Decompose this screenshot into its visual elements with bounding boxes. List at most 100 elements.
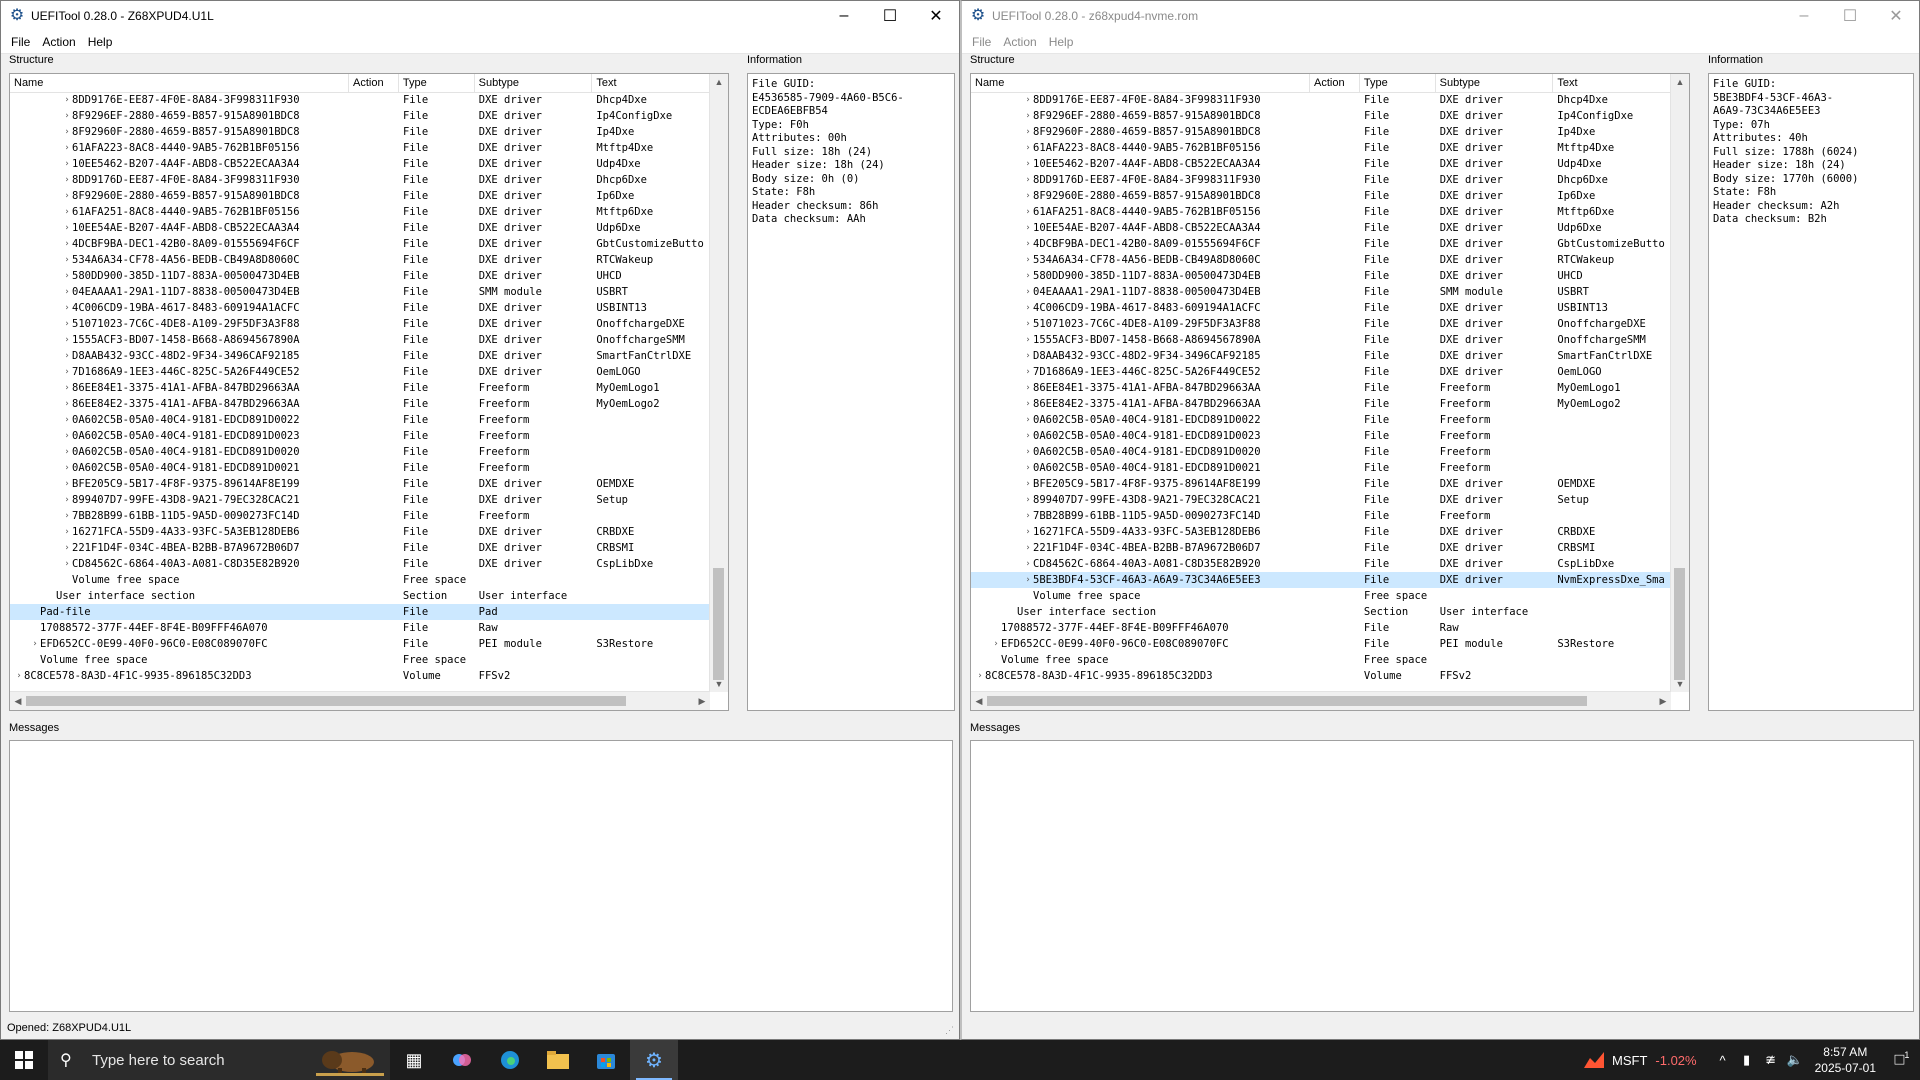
tree-row[interactable]: › 899407D7-99FE-43D8-9A21-79EC328CAC21 Fil…	[10, 492, 710, 508]
expand-arrow-icon[interactable]: ›	[62, 364, 72, 380]
expand-arrow-icon[interactable]: ›	[1023, 108, 1033, 124]
tree-row[interactable]: › BFE205C9-5B17-4F8F-9375-89614AF8E199 Fil…	[971, 476, 1671, 492]
tree-row[interactable]: › 0A602C5B-05A0-40C4-9181-EDCD891D0023 Fil…	[10, 428, 710, 444]
expand-arrow-icon[interactable]: ›	[1023, 444, 1033, 460]
expand-arrow-icon[interactable]: ›	[1023, 540, 1033, 556]
structure-tree[interactable]: Name Action Type Subtype Text › 8DD9176E-…	[9, 73, 729, 711]
expand-arrow-icon[interactable]: ›	[1023, 492, 1033, 508]
expand-arrow-icon[interactable]: ›	[1023, 204, 1033, 220]
expand-arrow-icon[interactable]: ›	[1023, 364, 1033, 380]
stock-widget[interactable]: MSFT -1.02%	[1584, 1050, 1697, 1070]
notification-center-button[interactable]: □1	[1884, 1050, 1920, 1069]
column-header-type[interactable]: Type	[1360, 74, 1436, 92]
expand-arrow-icon[interactable]: ›	[1023, 508, 1033, 524]
column-header-text[interactable]: Text	[1553, 74, 1672, 92]
tree-row[interactable]: 17088572-377F-44EF-8F4E-B09FFF46A070 File…	[971, 620, 1671, 636]
taskbar-search-box[interactable]: ⚲ Type here to search	[48, 1040, 390, 1080]
expand-arrow-icon[interactable]: ›	[62, 524, 72, 540]
tree-row[interactable]: › BFE205C9-5B17-4F8F-9375-89614AF8E199 Fil…	[10, 476, 710, 492]
tree-row[interactable]: › 4DCBF9BA-DEC1-42B0-8A09-01555694F6CF Fil…	[10, 236, 710, 252]
tree-row[interactable]: › 61AFA223-8AC8-4440-9AB5-762B1BF05156 Fil…	[10, 140, 710, 156]
tree-row[interactable]: › 10EE5462-B207-4A4F-ABD8-CB522ECAA3A4 Fil…	[971, 156, 1671, 172]
expand-arrow-icon[interactable]: ›	[1023, 124, 1033, 140]
tree-row[interactable]: › 580DD900-385D-11D7-883A-00500473D4EB Fil…	[971, 268, 1671, 284]
menu-help[interactable]: Help	[82, 35, 119, 49]
expand-arrow-icon[interactable]: ›	[62, 412, 72, 428]
tree-row[interactable]: › 8F9296EF-2880-4659-B857-915A8901BDC8 Fil…	[971, 108, 1671, 124]
horizontal-scrollbar[interactable]: ◀ ▶	[10, 691, 710, 710]
expand-arrow-icon[interactable]: ›	[62, 492, 72, 508]
tree-row[interactable]: › 0A602C5B-05A0-40C4-9181-EDCD891D0022 Fil…	[971, 412, 1671, 428]
column-header-text[interactable]: Text	[592, 74, 711, 92]
tree-row[interactable]: › 0A602C5B-05A0-40C4-9181-EDCD891D0022 Fil…	[10, 412, 710, 428]
scroll-right-arrow-icon[interactable]: ▶	[694, 692, 710, 710]
tree-row[interactable]: Volume free space Free space	[971, 652, 1671, 668]
expand-arrow-icon[interactable]: ›	[62, 204, 72, 220]
expand-arrow-icon[interactable]: ›	[1023, 428, 1033, 444]
expand-arrow-icon[interactable]: ›	[1023, 412, 1033, 428]
close-button[interactable]: ✕	[1873, 1, 1919, 31]
expand-arrow-icon[interactable]: ›	[991, 636, 1001, 652]
uefitool-window-right[interactable]: ⚙ UEFITool 0.28.0 - z68xpud4-nvme.rom – …	[960, 0, 1920, 1040]
tree-row[interactable]: › 8C8CE578-8A3D-4F1C-9935-896185C32DD3 Vol…	[971, 668, 1671, 684]
tree-row[interactable]: › 4DCBF9BA-DEC1-42B0-8A09-01555694F6CF Fil…	[971, 236, 1671, 252]
tree-row[interactable]: › EFD652CC-0E99-40F0-96C0-E08C089070FC Fil…	[971, 636, 1671, 652]
expand-arrow-icon[interactable]: ›	[1023, 156, 1033, 172]
tree-row[interactable]: › 8F92960E-2880-4659-B857-915A8901BDC8 Fil…	[10, 188, 710, 204]
tree-row[interactable]: User interface section Section User interf…	[10, 588, 710, 604]
scroll-thumb[interactable]	[1674, 568, 1685, 680]
scroll-left-arrow-icon[interactable]: ◀	[10, 692, 26, 710]
expand-arrow-icon[interactable]: ›	[1023, 268, 1033, 284]
scroll-down-arrow-icon[interactable]: ▼	[1671, 676, 1689, 692]
menu-file[interactable]: File	[966, 35, 997, 49]
expand-arrow-icon[interactable]: ›	[62, 268, 72, 284]
tree-row[interactable]: › 0A602C5B-05A0-40C4-9181-EDCD891D0020 Fil…	[10, 444, 710, 460]
expand-arrow-icon[interactable]: ›	[1023, 396, 1033, 412]
tree-row[interactable]: Volume free space Free space	[10, 652, 710, 668]
expand-arrow-icon[interactable]: ›	[1023, 220, 1033, 236]
tree-row[interactable]: › 8DD9176E-EE87-4F0E-8A84-3F998311F930 Fil…	[971, 92, 1671, 108]
expand-arrow-icon[interactable]: ›	[1023, 460, 1033, 476]
tree-row[interactable]: › 61AFA251-8AC8-4440-9AB5-762B1BF05156 Fil…	[10, 204, 710, 220]
minimize-button[interactable]: –	[1781, 1, 1827, 31]
scroll-up-arrow-icon[interactable]: ▲	[1671, 74, 1689, 90]
chevron-up-icon[interactable]: ^	[1711, 1053, 1735, 1068]
tree-row[interactable]: › 7D1686A9-1EE3-446C-825C-5A26F449CE52 Fil…	[10, 364, 710, 380]
expand-arrow-icon[interactable]: ›	[62, 284, 72, 300]
expand-arrow-icon[interactable]: ›	[1023, 300, 1033, 316]
expand-arrow-icon[interactable]: ›	[1023, 348, 1033, 364]
column-header-subtype[interactable]: Subtype	[475, 74, 593, 92]
tree-row[interactable]: › 51071023-7C6C-4DE8-A109-29F5DF3A3F88 Fil…	[10, 316, 710, 332]
expand-arrow-icon[interactable]: ›	[62, 508, 72, 524]
expand-arrow-icon[interactable]: ›	[975, 668, 985, 684]
tree-row[interactable]: › CD84562C-6864-40A3-A081-C8D35E82B920 Fil…	[971, 556, 1671, 572]
expand-arrow-icon[interactable]: ›	[1023, 332, 1033, 348]
expand-arrow-icon[interactable]: ›	[1023, 572, 1033, 588]
expand-arrow-icon[interactable]: ›	[62, 540, 72, 556]
column-header-action[interactable]: Action	[349, 74, 399, 92]
scroll-thumb[interactable]	[713, 568, 724, 680]
expand-arrow-icon[interactable]: ›	[62, 428, 72, 444]
tree-row[interactable]: Volume free space Free space	[971, 588, 1671, 604]
tree-row[interactable]: › 8DD9176D-EE87-4F0E-8A84-3F998311F930 Fil…	[971, 172, 1671, 188]
tree-row[interactable]: Pad-file File Pad	[10, 604, 710, 620]
title-bar[interactable]: ⚙ UEFITool 0.28.0 - Z68XPUD4.U1L – ☐ ✕	[1, 1, 959, 31]
expand-arrow-icon[interactable]: ›	[62, 556, 72, 572]
tree-row[interactable]: › 7BB28B99-61BB-11D5-9A5D-0090273FC14D Fil…	[10, 508, 710, 524]
expand-arrow-icon[interactable]: ›	[62, 236, 72, 252]
expand-arrow-icon[interactable]: ›	[62, 108, 72, 124]
tree-row[interactable]: › 0A602C5B-05A0-40C4-9181-EDCD891D0021 Fil…	[10, 460, 710, 476]
start-button[interactable]	[0, 1040, 48, 1080]
tree-row[interactable]: › 221F1D4F-034C-4BEA-B2BB-B7A9672B06D7 Fil…	[10, 540, 710, 556]
tree-row[interactable]: › EFD652CC-0E99-40F0-96C0-E08C089070FC Fil…	[10, 636, 710, 652]
tree-row[interactable]: Volume free space Free space	[10, 572, 710, 588]
structure-tree[interactable]: Name Action Type Subtype Text › 8DD9176E-…	[970, 73, 1690, 711]
expand-arrow-icon[interactable]: ›	[62, 124, 72, 140]
battery-icon[interactable]: ▮	[1735, 1052, 1759, 1068]
tree-row[interactable]: › 4C006CD9-19BA-4617-8483-609194A1ACFC Fil…	[971, 300, 1671, 316]
uefitool-window-left[interactable]: ⚙ UEFITool 0.28.0 - Z68XPUD4.U1L – ☐ ✕ F…	[0, 0, 960, 1040]
scroll-up-arrow-icon[interactable]: ▲	[710, 74, 728, 90]
tree-row[interactable]: › 86EE84E1-3375-41A1-AFBA-847BD29663AA Fil…	[10, 380, 710, 396]
volume-icon[interactable]: 🔈	[1783, 1052, 1807, 1068]
minimize-button[interactable]: –	[821, 1, 867, 31]
